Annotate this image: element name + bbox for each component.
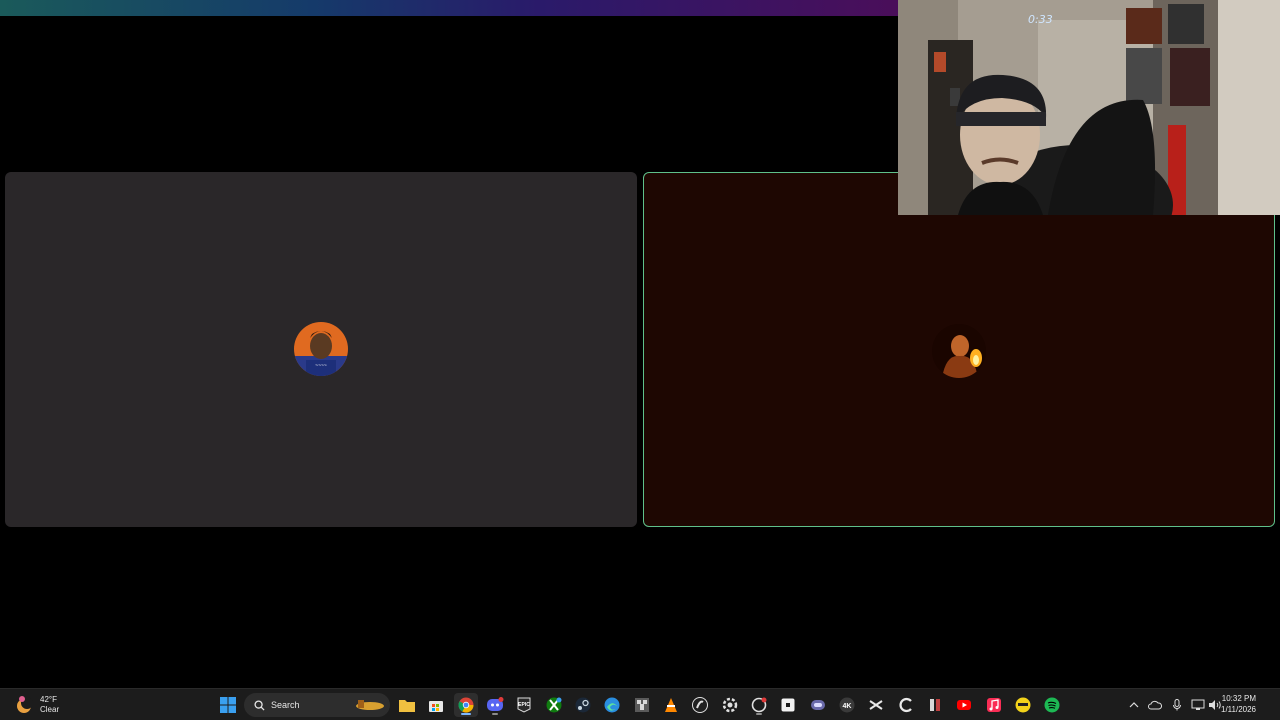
ubisoft-icon bbox=[751, 697, 767, 713]
xbox-icon bbox=[546, 697, 562, 713]
taskbar-ccleaner[interactable] bbox=[894, 693, 918, 717]
youtube-icon bbox=[957, 700, 971, 710]
roblox-icon bbox=[781, 698, 795, 712]
taskbar-youtube[interactable] bbox=[952, 693, 976, 717]
start-button[interactable] bbox=[216, 693, 240, 717]
tools-icon bbox=[930, 699, 940, 711]
taskbar-ubisoft[interactable] bbox=[747, 693, 771, 717]
obs-icon bbox=[692, 697, 708, 713]
screen: ~~~~ 0:33 42°F Clear Search EPIC 4K 10:3… bbox=[0, 0, 1280, 720]
webcam-overlay: 0:33 bbox=[898, 0, 1280, 215]
clock-time: 10:32 PM bbox=[1221, 694, 1256, 703]
taskbar-settings[interactable] bbox=[718, 693, 742, 717]
taskbar-roblox[interactable] bbox=[776, 693, 800, 717]
gear-icon bbox=[722, 697, 738, 713]
taskbar-spotify[interactable] bbox=[1040, 693, 1064, 717]
taskbar-capcut[interactable] bbox=[864, 693, 888, 717]
webcam-timer: 0:33 bbox=[1028, 13, 1053, 26]
taskbar-obs[interactable] bbox=[688, 693, 712, 717]
tray-microphone[interactable] bbox=[1170, 693, 1184, 717]
taskbar-clock[interactable]: 10:32 PM 1/11/2026 bbox=[1221, 693, 1256, 715]
folder-icon bbox=[399, 700, 415, 712]
svg-text:~~~~: ~~~~ bbox=[315, 363, 327, 369]
emoji-icon bbox=[1015, 697, 1031, 713]
edge-icon bbox=[604, 697, 620, 713]
chrome-icon bbox=[458, 697, 474, 713]
participant-tile-left[interactable]: ~~~~ bbox=[5, 172, 637, 527]
app-icon bbox=[811, 700, 825, 710]
top-gradient-bar bbox=[0, 0, 898, 16]
tray-network[interactable] bbox=[1190, 693, 1206, 717]
taskbar-chrome[interactable] bbox=[454, 693, 478, 717]
microphone-icon bbox=[1173, 699, 1181, 711]
spotify-icon bbox=[1044, 697, 1060, 713]
steam-icon bbox=[575, 697, 591, 713]
taskbar-discord[interactable] bbox=[483, 693, 507, 717]
itunes-icon bbox=[987, 698, 1001, 712]
avatar-right[interactable] bbox=[932, 324, 986, 378]
weather-widget[interactable]: 42°F Clear bbox=[14, 692, 59, 718]
search-placeholder: Search bbox=[271, 700, 300, 710]
svg-text:EPIC: EPIC bbox=[518, 702, 530, 708]
cloud-icon bbox=[1148, 700, 1162, 710]
taskbar-file-explorer[interactable] bbox=[395, 693, 419, 717]
ccleaner-icon bbox=[899, 697, 912, 713]
taskbar-emoji-app[interactable] bbox=[1011, 693, 1035, 717]
participant-tile-right-speaking[interactable] bbox=[643, 172, 1275, 527]
taskbar-steam[interactable] bbox=[571, 693, 595, 717]
taskbar: 42°F Clear Search EPIC 4K 10:32 PM 1/11/… bbox=[0, 688, 1280, 720]
taskbar-4k[interactable]: 4K bbox=[835, 693, 859, 717]
vlc-icon bbox=[665, 698, 677, 712]
store-icon bbox=[429, 701, 443, 712]
taskbar-epic-games[interactable]: EPIC bbox=[512, 693, 536, 717]
taskbar-edge[interactable] bbox=[600, 693, 624, 717]
taskbar-store[interactable] bbox=[424, 693, 448, 717]
volume-icon bbox=[1209, 700, 1221, 710]
search-highlight-icon bbox=[356, 700, 384, 710]
weather-condition: Clear bbox=[40, 705, 60, 714]
capcut-icon bbox=[869, 700, 883, 710]
discord-icon bbox=[487, 697, 504, 711]
webcam-image bbox=[898, 0, 1280, 215]
epic-games-icon: EPIC bbox=[517, 697, 531, 713]
4k-icon: 4K bbox=[839, 697, 855, 713]
taskbar-tools[interactable] bbox=[923, 693, 947, 717]
weather-moon-icon bbox=[17, 696, 33, 713]
weather-temp: 42°F bbox=[40, 695, 57, 704]
svg-text:4K: 4K bbox=[843, 703, 852, 710]
network-icon bbox=[1191, 699, 1205, 710]
chevron-up-icon bbox=[1129, 702, 1139, 708]
taskbar-minecraft[interactable] bbox=[630, 693, 654, 717]
minecraft-icon bbox=[635, 698, 649, 712]
avatar-left[interactable]: ~~~~ bbox=[294, 322, 348, 376]
clock-date: 1/11/2026 bbox=[1221, 705, 1256, 714]
taskbar-search[interactable]: Search bbox=[244, 693, 390, 717]
tray-overflow-button[interactable] bbox=[1127, 693, 1141, 717]
taskbar-itunes[interactable] bbox=[982, 693, 1006, 717]
taskbar-vlc[interactable] bbox=[659, 693, 683, 717]
taskbar-xbox[interactable] bbox=[542, 693, 566, 717]
search-icon bbox=[254, 699, 265, 711]
windows-icon bbox=[220, 697, 236, 713]
taskbar-app[interactable] bbox=[806, 693, 830, 717]
tray-cloud[interactable] bbox=[1147, 693, 1163, 717]
